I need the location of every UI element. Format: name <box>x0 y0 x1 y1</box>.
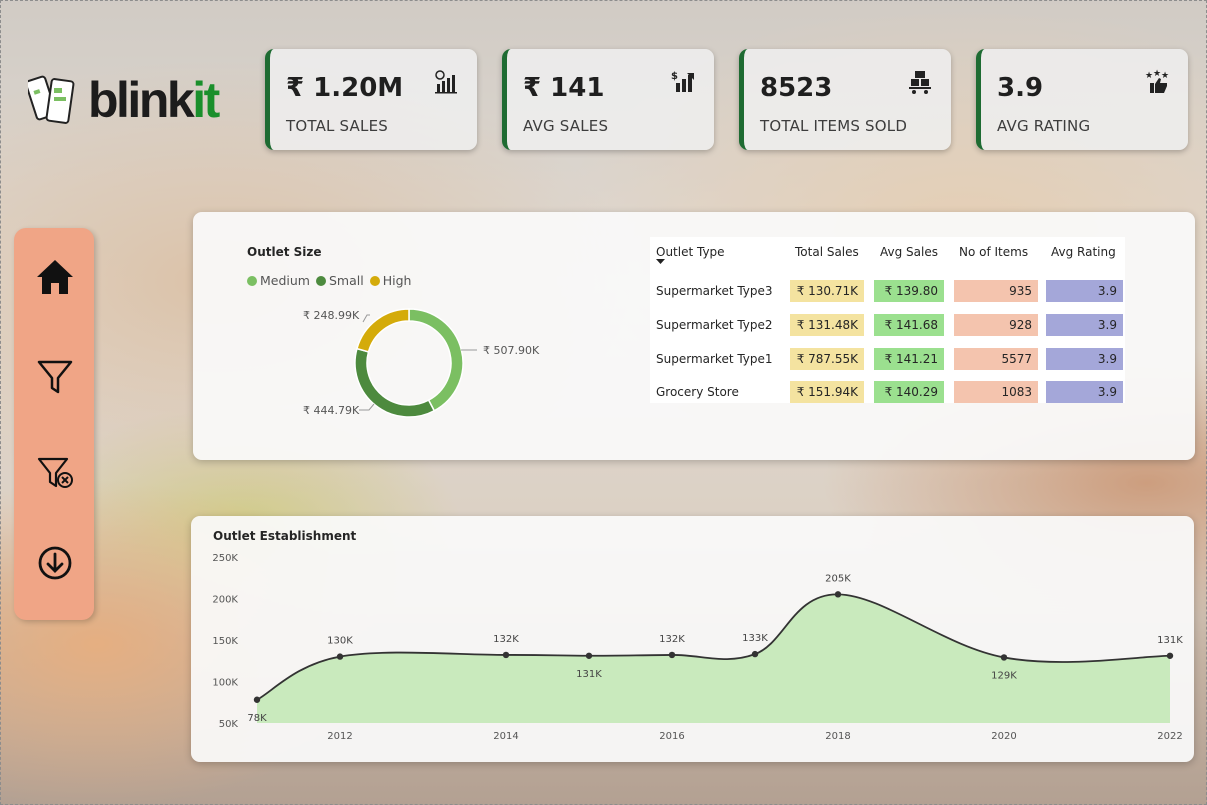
sidebar <box>14 228 94 620</box>
y-tick-label: 250K <box>212 553 238 564</box>
outlet-type-table: Outlet Type Total Sales Avg Sales No of … <box>650 237 1125 403</box>
data-label: 132K <box>493 634 519 645</box>
data-point[interactable] <box>751 650 759 658</box>
data-point[interactable] <box>834 591 842 598</box>
sales-chart-icon <box>435 70 457 94</box>
total-sales-cell: ₹ 787.55K <box>790 348 864 370</box>
outlet-type-cell: Supermarket Type3 <box>656 284 773 298</box>
y-tick-label: 100K <box>212 678 238 689</box>
x-tick-label: 2020 <box>991 731 1016 742</box>
data-point[interactable] <box>1000 654 1008 661</box>
items-cell: 935 <box>954 280 1038 302</box>
kpi-value: 8523 <box>760 73 833 103</box>
table-row[interactable]: Supermarket Type1 ₹ 787.55K ₹ 141.21 557… <box>650 348 1125 370</box>
total-sales-cell: ₹ 131.48K <box>790 314 864 336</box>
kpi-label: AVG RATING <box>997 117 1091 135</box>
data-label: 131K <box>576 669 602 680</box>
x-tick-label: 2022 <box>1157 731 1182 742</box>
table-row[interactable]: Supermarket Type3 ₹ 130.71K ₹ 139.80 935… <box>650 280 1125 302</box>
download-icon[interactable] <box>34 542 76 584</box>
data-label: 132K <box>659 634 685 645</box>
kpi-value: ₹ 141 <box>523 73 605 103</box>
y-tick-label: 50K <box>219 719 239 730</box>
svg-text:★: ★ <box>1145 71 1153 81</box>
items-cell: 5577 <box>954 348 1038 370</box>
th-total-sales[interactable]: Total Sales <box>795 245 859 259</box>
data-label: 205K <box>825 573 851 584</box>
dollar-bars-icon: $ <box>671 71 694 92</box>
th-avg-rating[interactable]: Avg Rating <box>1051 245 1116 259</box>
kpi-label: AVG SALES <box>523 117 609 135</box>
outlet-establishment-chart: 50K 100K 150K 200K 250K 2012 2014 2016 2018 2020… <box>212 553 1183 742</box>
slice-label-medium: ₹ 507.90K <box>483 344 540 357</box>
data-point[interactable] <box>253 696 261 703</box>
svg-text:$: $ <box>671 71 678 82</box>
donut-slice-high[interactable] <box>356 308 410 353</box>
clear-filter-icon[interactable] <box>34 452 76 494</box>
kpi-avg-rating: 3.9 AVG RATING ★ ★ ★ <box>976 49 1188 150</box>
data-label: 129K <box>991 670 1017 681</box>
avg-sales-cell: ₹ 141.68 <box>874 314 944 336</box>
data-label: 131K <box>1157 635 1183 646</box>
slice-label-small: ₹ 444.79K <box>303 404 360 417</box>
home-icon[interactable] <box>34 256 76 298</box>
stars-thumb-icon: ★ ★ ★ <box>1145 69 1169 93</box>
kpi-value: ₹ 1.20M <box>286 73 404 103</box>
data-point[interactable] <box>502 651 510 659</box>
x-tick-label: 2012 <box>327 731 352 742</box>
th-outlet-type[interactable]: Outlet Type <box>656 245 725 259</box>
svg-text:★: ★ <box>1161 71 1169 81</box>
kpi-total-items: 8523 TOTAL ITEMS SOLD <box>739 49 951 150</box>
data-point[interactable] <box>585 652 593 659</box>
sort-down-icon[interactable] <box>656 259 665 265</box>
avg-sales-cell: ₹ 141.21 <box>874 348 944 370</box>
svg-text:★: ★ <box>1153 69 1161 79</box>
kpi-total-sales: ₹ 1.20M TOTAL SALES <box>265 49 477 150</box>
y-tick-label: 150K <box>212 636 238 647</box>
total-sales-cell: ₹ 130.71K <box>790 280 864 302</box>
brand-logo: blinkit <box>28 72 220 128</box>
items-cell: 1083 <box>954 381 1038 403</box>
kpi-avg-sales: ₹ 141 AVG SALES $ <box>502 49 714 150</box>
y-tick-label: 200K <box>212 595 238 606</box>
donut-slice-medium[interactable] <box>408 308 464 412</box>
outlet-type-cell: Grocery Store <box>656 385 739 399</box>
items-cart-icon <box>909 71 931 94</box>
data-point[interactable] <box>668 651 676 659</box>
brand-name: blinkit <box>88 72 220 128</box>
rating-cell: 3.9 <box>1046 280 1123 302</box>
slice-label-high: ₹ 248.99K <box>303 309 360 322</box>
rating-cell: 3.9 <box>1046 314 1123 336</box>
data-label: 130K <box>327 636 353 647</box>
avg-sales-cell: ₹ 140.29 <box>874 381 944 403</box>
data-point[interactable] <box>1166 652 1174 659</box>
data-point[interactable] <box>336 653 344 660</box>
donut-slice-small[interactable] <box>354 347 436 418</box>
outlet-type-cell: Supermarket Type1 <box>656 352 773 366</box>
total-sales-cell: ₹ 151.94K <box>790 381 864 403</box>
th-avg-sales[interactable]: Avg Sales <box>880 245 938 259</box>
items-cell: 928 <box>954 314 1038 336</box>
table-row[interactable]: Grocery Store ₹ 151.94K ₹ 140.29 1083 3.… <box>650 381 1125 403</box>
outlet-size-donut: ₹ 248.99K ₹ 507.90K ₹ 444.79K <box>303 308 540 418</box>
data-label: 78K <box>247 713 267 724</box>
phones-icon <box>28 75 75 124</box>
data-label: 133K <box>742 633 768 644</box>
x-tick-label: 2016 <box>659 731 684 742</box>
x-tick-label: 2018 <box>825 731 850 742</box>
th-no-of-items[interactable]: No of Items <box>959 245 1028 259</box>
kpi-label: TOTAL ITEMS SOLD <box>760 117 908 135</box>
x-tick-label: 2014 <box>493 731 518 742</box>
avg-sales-cell: ₹ 139.80 <box>874 280 944 302</box>
outlet-establishment-panel: Outlet Establishment 50K 100K 150K 200K 250K… <box>191 516 1194 762</box>
filter-icon[interactable] <box>34 356 76 398</box>
outlet-summary-panel: Outlet Size Medium Small High ₹ 248.99K … <box>193 212 1195 460</box>
outlet-type-cell: Supermarket Type2 <box>656 318 773 332</box>
kpi-label: TOTAL SALES <box>286 117 388 135</box>
rating-cell: 3.9 <box>1046 381 1123 403</box>
kpi-value: 3.9 <box>997 73 1044 103</box>
rating-cell: 3.9 <box>1046 348 1123 370</box>
table-row[interactable]: Supermarket Type2 ₹ 131.48K ₹ 141.68 928… <box>650 314 1125 336</box>
